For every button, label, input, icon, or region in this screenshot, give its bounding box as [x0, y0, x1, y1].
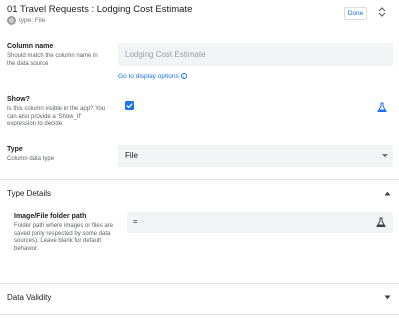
column-name-label: Column name — [7, 43, 54, 50]
column-name-value: Lodging Cost Estimate — [125, 50, 206, 59]
folder-path-description: Folder path where images or files are sa… — [14, 223, 114, 252]
file-type-icon — [7, 16, 16, 25]
up-down-arrows-icon[interactable] — [378, 6, 386, 19]
type-description: Column data type — [7, 156, 55, 162]
folder-path-label: Image/File folder path — [14, 213, 87, 220]
type-select-value: File — [125, 151, 138, 160]
flask-icon[interactable] — [376, 217, 386, 228]
column-editor-header: 01 Travel Requests : Lodging Cost Estima… — [0, 0, 399, 30]
info-icon: i — [180, 73, 187, 80]
show-checkbox[interactable] — [125, 101, 134, 110]
type-details-header[interactable]: Type Details — [7, 189, 51, 198]
show-label: Show? — [7, 96, 30, 103]
show-description: Is this column visible in the app? You c… — [7, 106, 106, 128]
divider — [0, 179, 399, 180]
folder-path-value: = — [133, 217, 138, 226]
type-label: Type — [7, 146, 23, 153]
display-options-link[interactable]: Go to display options i — [118, 73, 187, 80]
folder-path-input[interactable]: = — [127, 212, 393, 233]
data-validity-header[interactable]: Data Validity — [7, 293, 51, 302]
dropdown-arrow-icon — [382, 154, 388, 158]
chevron-down-icon[interactable] — [384, 295, 391, 300]
divider — [0, 314, 399, 315]
display-options-link-label: Go to display options — [118, 73, 179, 80]
chevron-up-icon[interactable] — [384, 191, 391, 196]
flask-icon[interactable] — [377, 100, 387, 118]
done-button[interactable]: Done — [344, 7, 367, 20]
column-name-description: Should match the column name in the data… — [7, 53, 98, 67]
type-select[interactable]: File — [118, 145, 393, 167]
column-type-subtitle: type: File — [7, 15, 45, 26]
column-name-input[interactable]: Lodging Cost Estimate — [118, 43, 393, 66]
check-icon — [126, 103, 133, 109]
page-title: 01 Travel Requests : Lodging Cost Estima… — [7, 4, 193, 15]
column-type-text: type: File — [19, 17, 46, 24]
divider — [0, 283, 399, 284]
